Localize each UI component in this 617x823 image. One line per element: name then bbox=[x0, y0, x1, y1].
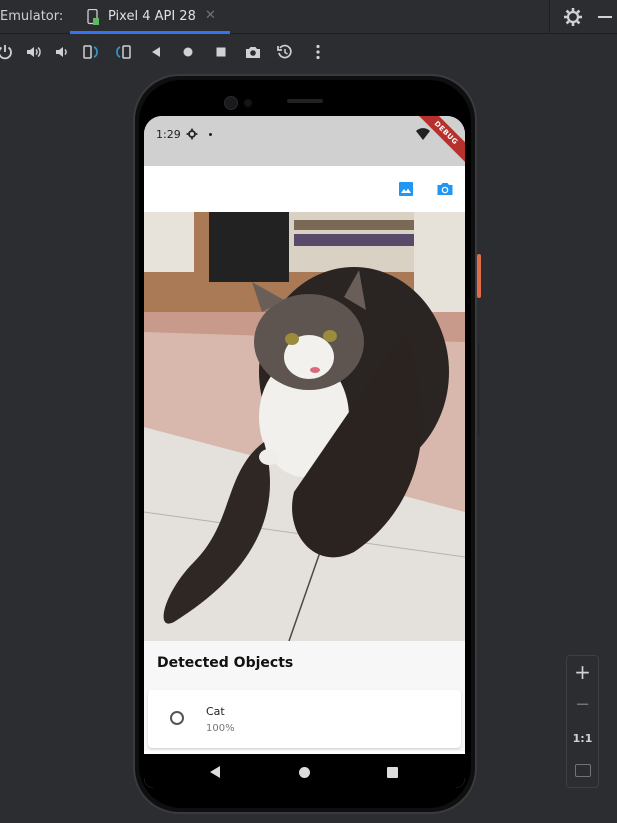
android-nav-bar bbox=[144, 754, 465, 788]
settings-gear-icon[interactable] bbox=[563, 7, 583, 27]
nav-back-icon[interactable] bbox=[210, 766, 220, 778]
rotate-right-icon[interactable] bbox=[114, 43, 132, 61]
nav-recents-icon[interactable] bbox=[387, 767, 398, 778]
detected-objects-panel: Detected Objects Cat 100% bbox=[144, 641, 465, 751]
object-confidence: 100% bbox=[206, 723, 235, 734]
snapshot-icon[interactable] bbox=[276, 43, 294, 61]
fit-screen-icon[interactable] bbox=[575, 764, 591, 777]
home-icon[interactable] bbox=[179, 43, 197, 61]
zoom-in-button[interactable]: + bbox=[567, 660, 598, 684]
debug-banner: DEBUG bbox=[413, 116, 465, 166]
earpiece-speaker bbox=[287, 99, 323, 103]
rotate-left-icon[interactable] bbox=[82, 43, 100, 61]
camera-button[interactable] bbox=[436, 180, 454, 198]
minimize-icon[interactable] bbox=[598, 16, 612, 18]
tool-window-title: Emulator: bbox=[0, 9, 64, 24]
app-bar bbox=[144, 166, 465, 212]
phone-device-icon bbox=[87, 9, 99, 25]
volume-rocker[interactable] bbox=[477, 345, 480, 435]
radio-button[interactable] bbox=[170, 711, 184, 725]
object-label: Cat bbox=[206, 705, 225, 718]
settings-notification-icon bbox=[186, 128, 198, 140]
actual-size-button[interactable]: 1:1 bbox=[567, 732, 598, 745]
power-icon[interactable] bbox=[0, 43, 14, 61]
header-divider bbox=[549, 0, 550, 34]
camera-icon bbox=[437, 183, 453, 195]
notification-dot bbox=[209, 133, 212, 136]
back-icon[interactable] bbox=[147, 43, 165, 61]
close-tab-icon[interactable]: ✕ bbox=[205, 8, 216, 23]
volume-down-icon[interactable] bbox=[53, 43, 71, 61]
image-icon bbox=[399, 182, 413, 196]
front-camera bbox=[224, 96, 238, 110]
zoom-out-button[interactable]: − bbox=[567, 694, 598, 715]
detected-objects-title: Detected Objects bbox=[157, 655, 294, 671]
emulator-toolbar bbox=[0, 35, 617, 69]
overview-icon[interactable] bbox=[212, 43, 230, 61]
power-button[interactable] bbox=[477, 254, 481, 298]
more-icon[interactable] bbox=[309, 43, 327, 61]
selected-photo bbox=[144, 212, 465, 641]
status-time: 1:29 bbox=[156, 128, 181, 141]
front-sensor bbox=[244, 99, 252, 107]
active-tab-indicator bbox=[70, 31, 230, 34]
gallery-button[interactable] bbox=[397, 180, 415, 198]
device-tab-label: Pixel 4 API 28 bbox=[108, 9, 196, 24]
device-screen[interactable]: 1:29 DEBUG Detected Objects Cat 100% bbox=[144, 116, 465, 788]
wifi-icon bbox=[416, 128, 430, 140]
volume-up-icon[interactable] bbox=[25, 43, 43, 61]
zoom-controls: + − 1:1 bbox=[566, 655, 599, 788]
nav-home-icon[interactable] bbox=[299, 767, 310, 778]
device-tab[interactable]: Pixel 4 API 28 ✕ bbox=[70, 0, 230, 34]
list-item[interactable]: Cat 100% bbox=[148, 690, 461, 748]
status-bar: 1:29 DEBUG bbox=[144, 116, 465, 166]
screenshot-icon[interactable] bbox=[244, 43, 262, 61]
ide-tab-bar: Emulator: Pixel 4 API 28 ✕ bbox=[0, 0, 617, 34]
